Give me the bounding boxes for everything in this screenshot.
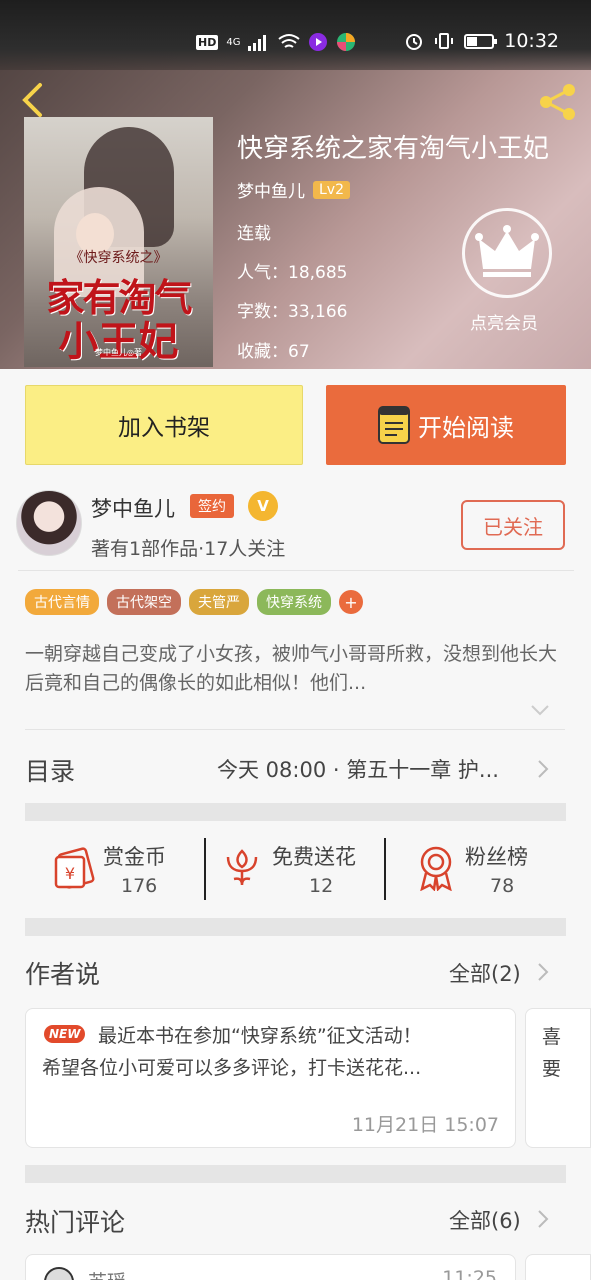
status-right: 10:32 bbox=[404, 30, 559, 52]
book-author-line: 梦中鱼儿 Lv2 bbox=[237, 177, 350, 202]
stat-value: 78 bbox=[490, 875, 515, 897]
chevron-right-icon[interactable] bbox=[537, 1209, 549, 1229]
commenter-name[interactable]: 苏瑶 bbox=[88, 1267, 126, 1280]
post-preview: 喜 要 bbox=[542, 1026, 562, 1080]
stat-value: 12 bbox=[309, 875, 334, 897]
comment-card[interactable]: 苏瑶 11:25 bbox=[25, 1254, 516, 1280]
author-subtitle: 著有1部作品·17人关注 bbox=[91, 538, 286, 560]
chevron-right-icon[interactable] bbox=[537, 962, 549, 982]
wifi-icon bbox=[278, 34, 301, 48]
author-says-title: 作者说 bbox=[25, 960, 101, 989]
alarm-icon bbox=[406, 34, 423, 50]
toc-title[interactable]: 目录 bbox=[25, 752, 75, 788]
share-icon[interactable] bbox=[538, 82, 578, 122]
divider bbox=[25, 729, 565, 730]
status-bar: HD 4G 10:32 bbox=[0, 0, 591, 70]
tag-list: 古代言情 古代架空 夫管严 快穿系统 + bbox=[25, 589, 363, 615]
stat-label: 粉丝榜 bbox=[465, 845, 528, 869]
author-level-badge: Lv2 bbox=[313, 180, 350, 199]
stat-label: 免费送花 bbox=[272, 845, 356, 869]
book-icon bbox=[378, 406, 410, 444]
verified-badge-icon: V bbox=[248, 491, 278, 521]
video-app-icon bbox=[309, 33, 328, 51]
book-title: 快穿系统之家有淘气小王妃 bbox=[237, 134, 550, 164]
tag-item[interactable]: 古代架空 bbox=[107, 589, 181, 615]
chevron-right-icon[interactable] bbox=[537, 759, 549, 779]
tag-item[interactable]: 快穿系统 bbox=[257, 589, 331, 615]
add-to-shelf-label: 加入书架 bbox=[118, 415, 210, 441]
start-reading-label: 开始阅读 bbox=[418, 413, 514, 442]
back-arrow-icon[interactable] bbox=[18, 82, 46, 118]
hd-indicator: HD bbox=[196, 34, 219, 50]
cover-author-credit: 梦中鱼儿◎著 bbox=[95, 348, 142, 357]
colorful-app-icon bbox=[337, 33, 356, 51]
word-count: 字数：33,166 bbox=[237, 302, 348, 322]
section-divider bbox=[25, 803, 566, 821]
svg-text:¥: ¥ bbox=[65, 864, 75, 883]
vibrate-icon bbox=[435, 33, 454, 49]
book-status: 连载 bbox=[237, 224, 271, 244]
divider bbox=[18, 570, 574, 571]
commenter-avatar[interactable] bbox=[44, 1267, 74, 1280]
favorites: 收藏：67 bbox=[237, 342, 310, 362]
more-tags-button[interactable]: + bbox=[339, 590, 363, 614]
section-divider bbox=[25, 1165, 566, 1183]
tag-item[interactable]: 夫管严 bbox=[189, 589, 249, 615]
section-divider bbox=[25, 918, 566, 936]
author-name[interactable]: 梦中鱼儿 bbox=[91, 493, 175, 523]
signal-icon bbox=[248, 35, 267, 51]
comment-card[interactable] bbox=[525, 1254, 591, 1280]
medal-icon bbox=[420, 846, 452, 891]
signed-badge: 签约 bbox=[190, 494, 234, 518]
book-cover[interactable]: 《快穿系统之》 家有淘气 小王妃 梦中鱼儿◎著 bbox=[24, 117, 213, 367]
hot-comments-all-link[interactable]: 全部(6) bbox=[449, 1205, 521, 1235]
author-post-card[interactable]: 喜 要 bbox=[525, 1008, 591, 1148]
stat-divider bbox=[384, 838, 386, 900]
flower-icon bbox=[226, 849, 258, 886]
author-says-all-link[interactable]: 全部(2) bbox=[449, 958, 521, 988]
popularity: 人气：18,685 bbox=[237, 263, 348, 283]
post-time: 11月21日 15:07 bbox=[351, 1114, 499, 1136]
comment-time: 11:25 bbox=[442, 1267, 497, 1280]
network-indicators: HD 4G bbox=[196, 32, 356, 52]
start-reading-button[interactable]: 开始阅读 bbox=[326, 385, 566, 465]
new-badge: NEW bbox=[44, 1025, 86, 1043]
post-line2: 希望各位小可爱可以多多评论，打卡送花花... bbox=[42, 1057, 422, 1079]
author-avatar[interactable] bbox=[16, 490, 82, 556]
crown-icon bbox=[475, 225, 539, 277]
battery-icon bbox=[464, 33, 498, 49]
hot-comments-title: 热门评论 bbox=[25, 1208, 126, 1237]
tag-item[interactable]: 古代言情 bbox=[25, 589, 99, 615]
red-envelope-icon: ¥ bbox=[54, 847, 95, 889]
stat-divider bbox=[204, 838, 206, 900]
toc-latest-chapter[interactable]: 今天 08:00 · 第五十一章 护... bbox=[217, 754, 527, 784]
book-synopsis[interactable]: 一朝穿越自己变成了小女孩，被帅气小哥哥所救，没想到他长大后竟和自己的偶像长的如此… bbox=[25, 640, 565, 698]
vip-button[interactable] bbox=[462, 208, 552, 298]
follow-button[interactable]: 已关注 bbox=[461, 500, 565, 550]
cover-subtitle: 《快穿系统之》 bbox=[69, 250, 168, 266]
stat-label: 赏金币 bbox=[103, 845, 166, 869]
lte-indicator: 4G bbox=[226, 36, 241, 48]
chevron-down-icon[interactable] bbox=[530, 700, 550, 720]
book-author[interactable]: 梦中鱼儿 bbox=[237, 177, 305, 202]
vip-label[interactable]: 点亮会员 bbox=[470, 309, 538, 334]
post-line1: 最近本书在参加“快穿系统”征文活动！ bbox=[98, 1025, 422, 1047]
clock: 10:32 bbox=[504, 30, 559, 52]
book-header: HD 4G 10:32 《快穿系统之》 家有淘气 小王妃 梦中鱼儿◎著 快穿系统… bbox=[0, 0, 591, 369]
add-to-shelf-button[interactable]: 加入书架 bbox=[25, 385, 303, 465]
stat-value: 176 bbox=[121, 875, 158, 897]
author-post-card[interactable]: NEW 最近本书在参加“快穿系统”征文活动！ 希望各位小可爱可以多多评论，打卡送… bbox=[25, 1008, 516, 1148]
cover-title-line2: 小王妃 bbox=[58, 318, 179, 365]
